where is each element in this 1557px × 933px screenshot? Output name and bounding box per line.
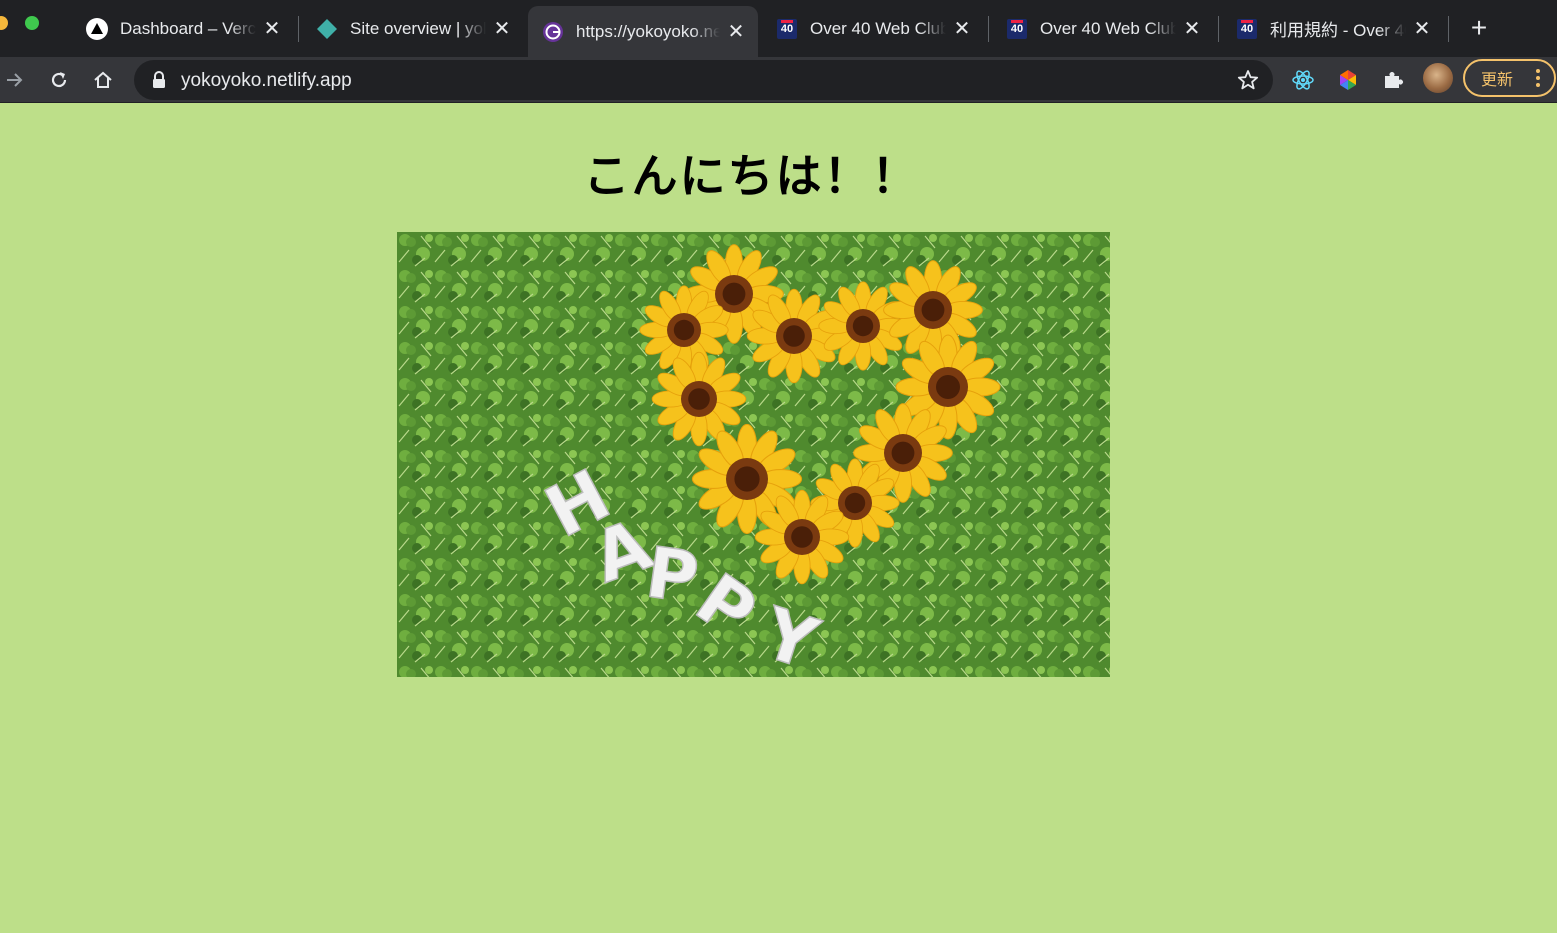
vercel-icon [86, 17, 108, 40]
browser-toolbar: yokoyoko.netlify.app [0, 57, 1557, 103]
hero-image: H A P P Y [397, 232, 1110, 677]
tab-separator [988, 16, 989, 42]
tab-title: Over 40 Web Club [810, 18, 946, 38]
close-tab-icon[interactable]: ✕ [492, 19, 512, 39]
tab-strip: Dashboard – Vercel ✕ Site overview | yok… [0, 0, 1557, 57]
close-tab-icon[interactable]: ✕ [262, 19, 282, 39]
kebab-menu-icon[interactable] [1536, 69, 1540, 87]
tab-terms-over40[interactable]: 40 利用規約 - Over 40 Web Club ✕ [1222, 6, 1444, 51]
over40-icon: 40 [1236, 18, 1258, 40]
puzzle-extensions-icon[interactable] [1378, 65, 1408, 95]
color-picker-extension-icon[interactable] [1333, 65, 1363, 95]
tab-over40-web-club-2[interactable]: 40 Over 40 Web Club ✕ [992, 6, 1214, 51]
bookmark-star-icon[interactable] [1237, 69, 1259, 91]
close-tab-icon[interactable]: ✕ [952, 19, 972, 39]
close-tab-icon[interactable]: ✕ [726, 22, 746, 42]
lock-icon[interactable] [151, 71, 167, 89]
tab-separator [1448, 16, 1449, 42]
maximize-window-button[interactable] [25, 16, 39, 30]
netlify-icon [316, 18, 338, 40]
over40-icon: 40 [1006, 18, 1028, 40]
sunflower-heart-image: H A P P Y [397, 232, 1110, 677]
url-text[interactable]: yokoyoko.netlify.app [181, 70, 352, 92]
home-icon[interactable] [88, 65, 118, 95]
new-tab-button[interactable]: + [1466, 14, 1492, 42]
minimize-window-button[interactable] [0, 16, 8, 30]
tab-netlify-site-overview[interactable]: Site overview | yokoyoko ✕ [302, 6, 524, 51]
close-tab-icon[interactable]: ✕ [1182, 19, 1202, 39]
tab-over40-web-club[interactable]: 40 Over 40 Web Club ✕ [762, 6, 984, 51]
forward-icon[interactable] [0, 65, 30, 95]
profile-avatar[interactable] [1423, 63, 1453, 93]
tab-title: 利用規約 - Over 40 Web Club [1270, 21, 1406, 40]
update-button[interactable]: 更新 [1463, 59, 1556, 97]
gatsby-icon [542, 21, 564, 43]
tab-yokoyoko-active[interactable]: https://yokoyoko.netlify.app ✕ [528, 6, 758, 57]
tab-title: Site overview | yokoyoko [350, 18, 486, 38]
tab-title: Dashboard – Vercel [120, 18, 256, 38]
page-heading: こんにちは！！ [583, 149, 920, 203]
tab-vercel-dashboard[interactable]: Dashboard – Vercel ✕ [72, 6, 294, 51]
close-tab-icon[interactable]: ✕ [1412, 19, 1432, 39]
tab-title: Over 40 Web Club [1040, 18, 1176, 38]
tab-separator [1218, 16, 1219, 42]
tab-separator [298, 16, 299, 42]
reload-icon[interactable] [44, 65, 74, 95]
update-button-label: 更新 [1481, 72, 1514, 89]
react-devtools-icon[interactable] [1288, 65, 1318, 95]
address-bar[interactable]: yokoyoko.netlify.app [134, 60, 1273, 100]
tab-title: https://yokoyoko.netlify.app [576, 21, 720, 41]
over40-icon: 40 [776, 18, 798, 40]
